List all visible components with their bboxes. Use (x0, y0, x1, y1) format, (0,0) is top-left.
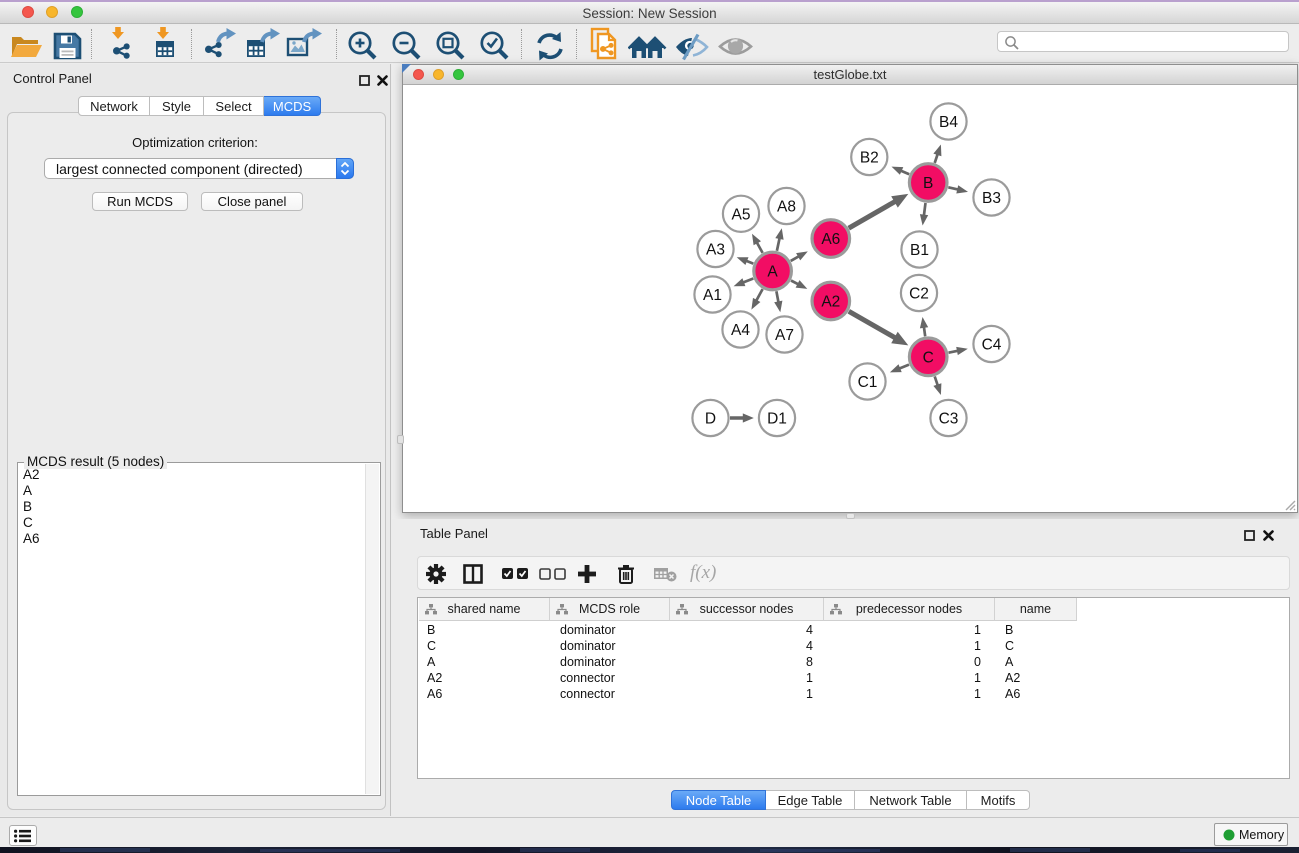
svg-text:B2: B2 (860, 150, 879, 167)
svg-text:A2: A2 (821, 294, 840, 311)
svg-text:C2: C2 (909, 286, 929, 303)
svg-text:C: C (923, 349, 934, 366)
svg-text:D: D (705, 411, 716, 428)
svg-text:B3: B3 (982, 190, 1001, 207)
svg-text:B: B (923, 175, 933, 192)
svg-text:A: A (767, 264, 778, 281)
svg-text:B1: B1 (910, 242, 929, 259)
svg-text:D1: D1 (767, 411, 787, 428)
svg-text:A4: A4 (731, 322, 750, 339)
svg-text:A8: A8 (777, 199, 796, 216)
svg-text:C4: C4 (982, 337, 1002, 354)
svg-text:A3: A3 (706, 242, 725, 259)
svg-text:C1: C1 (858, 374, 878, 391)
svg-text:A1: A1 (703, 287, 722, 304)
svg-text:A5: A5 (732, 206, 751, 223)
svg-text:A7: A7 (775, 327, 794, 344)
svg-text:C3: C3 (939, 411, 959, 428)
svg-text:B4: B4 (939, 114, 958, 131)
svg-text:A6: A6 (821, 231, 840, 248)
